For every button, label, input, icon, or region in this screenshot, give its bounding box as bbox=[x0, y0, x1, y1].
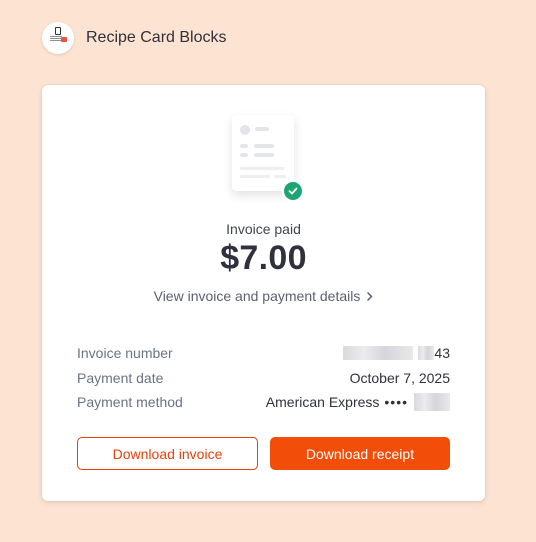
card-brand: American Express bbox=[265, 394, 380, 411]
redacted-block bbox=[414, 393, 450, 412]
payment-date-value: October 7, 2025 bbox=[349, 369, 450, 386]
download-invoice-button[interactable]: Download invoice bbox=[77, 437, 258, 470]
invoice-number-row: Invoice number 43 bbox=[77, 341, 450, 366]
redacted-block bbox=[343, 346, 414, 361]
invoice-document-icon bbox=[232, 115, 304, 202]
receipt-card: Invoice paid $7.00 View invoice and paym… bbox=[42, 85, 485, 501]
invoice-number-label: Invoice number bbox=[77, 345, 173, 362]
payment-method-value: American Express •••• bbox=[265, 393, 450, 412]
merchant-header: Recipe Card Blocks bbox=[42, 22, 227, 54]
invoice-details: Invoice number 43 Payment date October 7… bbox=[77, 341, 450, 415]
masked-dots: •••• bbox=[384, 394, 408, 411]
recipe-card-logo-icon bbox=[42, 22, 74, 54]
redacted-block bbox=[418, 346, 435, 361]
amount-paid: $7.00 bbox=[220, 239, 307, 277]
chevron-right-icon bbox=[366, 289, 373, 305]
invoice-status: Invoice paid bbox=[226, 221, 301, 237]
check-circle-icon bbox=[282, 180, 304, 202]
merchant-name: Recipe Card Blocks bbox=[86, 29, 227, 46]
payment-date-label: Payment date bbox=[77, 369, 164, 386]
payment-method-label: Payment method bbox=[77, 394, 183, 411]
view-invoice-details-label: View invoice and payment details bbox=[153, 288, 361, 304]
invoice-number-suffix: 43 bbox=[434, 345, 450, 362]
payment-date-row: Payment date October 7, 2025 bbox=[77, 366, 450, 391]
view-invoice-details-link[interactable]: View invoice and payment details bbox=[42, 288, 485, 305]
payment-method-row: Payment method American Express •••• bbox=[77, 390, 450, 415]
download-receipt-button[interactable]: Download receipt bbox=[270, 437, 450, 470]
invoice-number-value: 43 bbox=[343, 345, 450, 361]
